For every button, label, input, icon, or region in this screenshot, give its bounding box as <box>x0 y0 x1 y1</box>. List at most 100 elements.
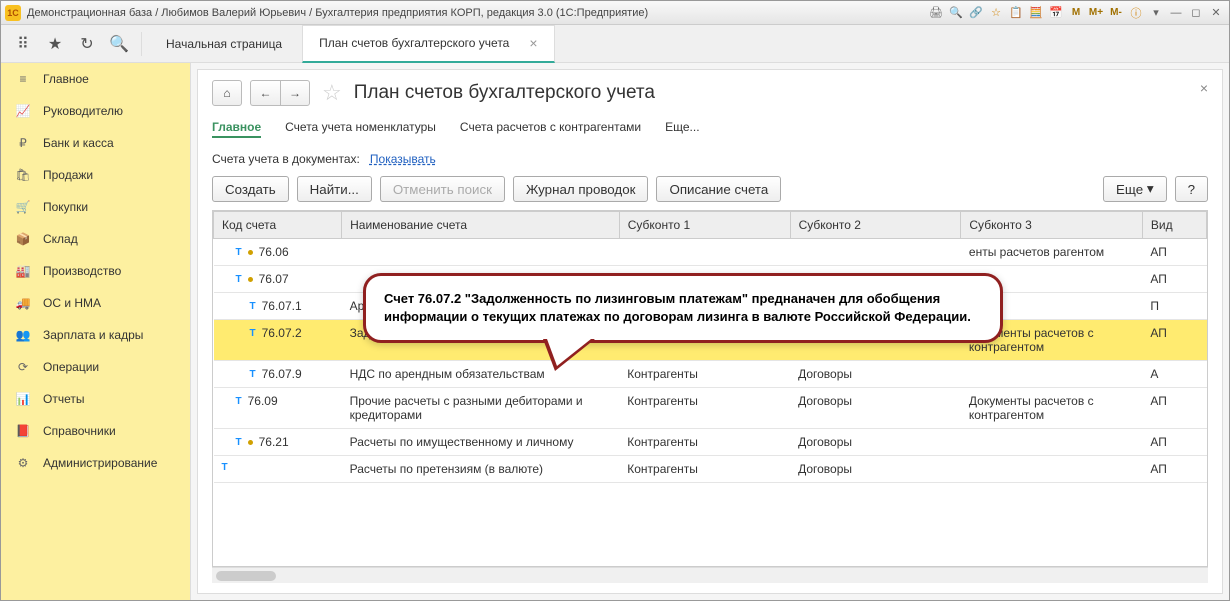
window-buttons: 🖨 🔍 🔗 ☆ 📋 🧮 📅 M M+ M- ⓘ ▾ — ◻ ✕ <box>927 5 1225 21</box>
create-button[interactable]: Создать <box>212 176 289 202</box>
forward-button[interactable]: → <box>280 80 310 106</box>
column-header[interactable]: Наименование счета <box>342 212 620 239</box>
vid-cell: АП <box>1142 239 1206 266</box>
sidebar-item-12[interactable]: ⚙Администрирование <box>1 447 190 479</box>
column-header[interactable]: Субконто 2 <box>790 212 961 239</box>
sidebar-item-0[interactable]: ≡Главное <box>1 63 190 95</box>
dot-icon <box>248 250 253 255</box>
sidebar-label: Операции <box>43 360 99 374</box>
back-button[interactable]: ← <box>250 80 280 106</box>
memory-mminus[interactable]: M- <box>1107 5 1125 21</box>
callout-tail-icon <box>543 339 595 371</box>
sub1-cell <box>619 239 790 266</box>
column-header[interactable]: Код счета <box>214 212 342 239</box>
table-row[interactable]: T76.06енты расчетов рагентомАП <box>214 239 1207 266</box>
sub1-cell: Контрагенты <box>619 456 790 483</box>
app-window: 1C Демонстрационная база / Любимов Валер… <box>0 0 1230 601</box>
accounts-table: Код счетаНаименование счетаСубконто 1Суб… <box>213 211 1207 483</box>
sidebar-item-1[interactable]: 📈 Руководителю <box>1 95 190 127</box>
code-cell: 76.07.9 <box>262 367 302 381</box>
favorite-star-icon[interactable]: ☆ <box>322 80 342 106</box>
tab-close-icon[interactable]: × <box>529 35 537 51</box>
tab-active[interactable]: План счетов бухгалтерского учета × <box>302 25 554 63</box>
content-panel: × ⌂ ← → ☆ План счетов бухгалтерского уче… <box>197 69 1223 594</box>
sidebar-item-11[interactable]: 📕Справочники <box>1 415 190 447</box>
info-icon[interactable]: ⓘ <box>1127 5 1145 21</box>
column-header[interactable]: Субконто 3 <box>961 212 1143 239</box>
sidebar-label: Отчеты <box>43 392 84 406</box>
horizontal-scrollbar[interactable] <box>212 567 1208 583</box>
star-icon[interactable]: ☆ <box>987 5 1005 21</box>
find-button[interactable]: Найти... <box>297 176 372 202</box>
table-row[interactable]: TРасчеты по претензиям (в валюте)Контраг… <box>214 456 1207 483</box>
sub1-cell: Контрагенты <box>619 429 790 456</box>
sidebar-label: Руководителю <box>43 104 123 118</box>
memory-m[interactable]: M <box>1067 5 1085 21</box>
sub2-cell: Договоры <box>790 429 961 456</box>
sidebar-item-3[interactable]: 🛍Продажи <box>1 159 190 191</box>
sidebar-icon: ₽ <box>15 135 31 151</box>
separator <box>141 32 142 56</box>
sidebar-label: Главное <box>43 72 89 86</box>
sidebar-item-9[interactable]: ⟳Операции <box>1 351 190 383</box>
journal-button[interactable]: Журнал проводок <box>513 176 648 202</box>
sidebar-item-5[interactable]: 📦Склад <box>1 223 190 255</box>
minimize-icon[interactable]: — <box>1167 5 1185 21</box>
subtab-0[interactable]: Главное <box>212 118 261 138</box>
account-icon: T <box>222 462 228 473</box>
description-button[interactable]: Описание счета <box>656 176 781 202</box>
calendar-icon[interactable]: 📅 <box>1047 5 1065 21</box>
subtab-2[interactable]: Счета расчетов с контрагентами <box>460 118 641 138</box>
clipboard-icon[interactable]: 📋 <box>1007 5 1025 21</box>
table-row[interactable]: T76.21Расчеты по имущественному и личном… <box>214 429 1207 456</box>
code-cell: 76.07 <box>259 272 289 286</box>
table-row[interactable]: T76.07.9НДС по арендным обязательствамКо… <box>214 361 1207 388</box>
sidebar-icon: 📕 <box>15 423 31 439</box>
sub2-cell: Договоры <box>790 361 961 388</box>
sidebar-item-7[interactable]: 🚚ОС и НМА <box>1 287 190 319</box>
name-cell: Расчеты по имущественному и личному <box>342 429 620 456</box>
vid-cell: АП <box>1142 429 1206 456</box>
favorite-icon[interactable]: ★ <box>41 30 69 58</box>
history-icon[interactable]: ↻ <box>73 30 101 58</box>
sidebar: ≡Главное 📈 Руководителю ₽Банк и касса🛍Прода… <box>1 63 191 600</box>
vid-cell: АП <box>1142 266 1206 293</box>
filter-label: Счета учета в документах: <box>212 152 360 166</box>
sidebar-item-4[interactable]: 🛒Покупки <box>1 191 190 223</box>
dropdown-icon[interactable]: ▾ <box>1147 5 1165 21</box>
help-button[interactable]: ? <box>1175 176 1208 202</box>
column-header[interactable]: Вид <box>1142 212 1206 239</box>
home-button[interactable]: ⌂ <box>212 80 242 106</box>
sidebar-item-2[interactable]: ₽Банк и касса <box>1 127 190 159</box>
panel-close-icon[interactable]: × <box>1200 80 1208 96</box>
search-icon[interactable]: 🔍 <box>947 5 965 21</box>
print-icon[interactable]: 🖨 <box>927 5 945 21</box>
sidebar-icon: 🏭 <box>15 263 31 279</box>
apps-icon[interactable]: ⠿ <box>9 30 37 58</box>
code-cell: 76.07.2 <box>262 326 302 340</box>
scroll-thumb[interactable] <box>216 571 276 581</box>
subtab-1[interactable]: Счета учета номенклатуры <box>285 118 436 138</box>
sidebar-icon: 📈 <box>15 103 31 119</box>
subtab-3[interactable]: Еще... <box>665 118 699 138</box>
account-icon: T <box>236 247 242 258</box>
calc-icon[interactable]: 🧮 <box>1027 5 1045 21</box>
sidebar-icon: 🛒 <box>15 199 31 215</box>
sidebar-icon: ⚙ <box>15 455 31 471</box>
link-icon[interactable]: 🔗 <box>967 5 985 21</box>
sidebar-item-6[interactable]: 🏭Производство <box>1 255 190 287</box>
sidebar-item-8[interactable]: 👥Зарплата и кадры <box>1 319 190 351</box>
sub1-cell: Контрагенты <box>619 388 790 429</box>
tab-home[interactable]: Начальная страница <box>150 25 298 63</box>
body-area: ≡Главное 📈 Руководителю ₽Банк и касса🛍Прода… <box>1 63 1229 600</box>
search-toolbar-icon[interactable]: 🔍 <box>105 30 133 58</box>
maximize-icon[interactable]: ◻ <box>1187 5 1205 21</box>
close-icon[interactable]: ✕ <box>1207 5 1225 21</box>
table-row[interactable]: T76.09Прочие расчеты с разными дебиторам… <box>214 388 1207 429</box>
sidebar-item-10[interactable]: 📊Отчеты <box>1 383 190 415</box>
vid-cell: АП <box>1142 320 1206 361</box>
memory-mplus[interactable]: M+ <box>1087 5 1105 21</box>
column-header[interactable]: Субконто 1 <box>619 212 790 239</box>
more-button[interactable]: Еще ▾ <box>1103 176 1167 202</box>
filter-link[interactable]: Показывать <box>370 152 436 166</box>
